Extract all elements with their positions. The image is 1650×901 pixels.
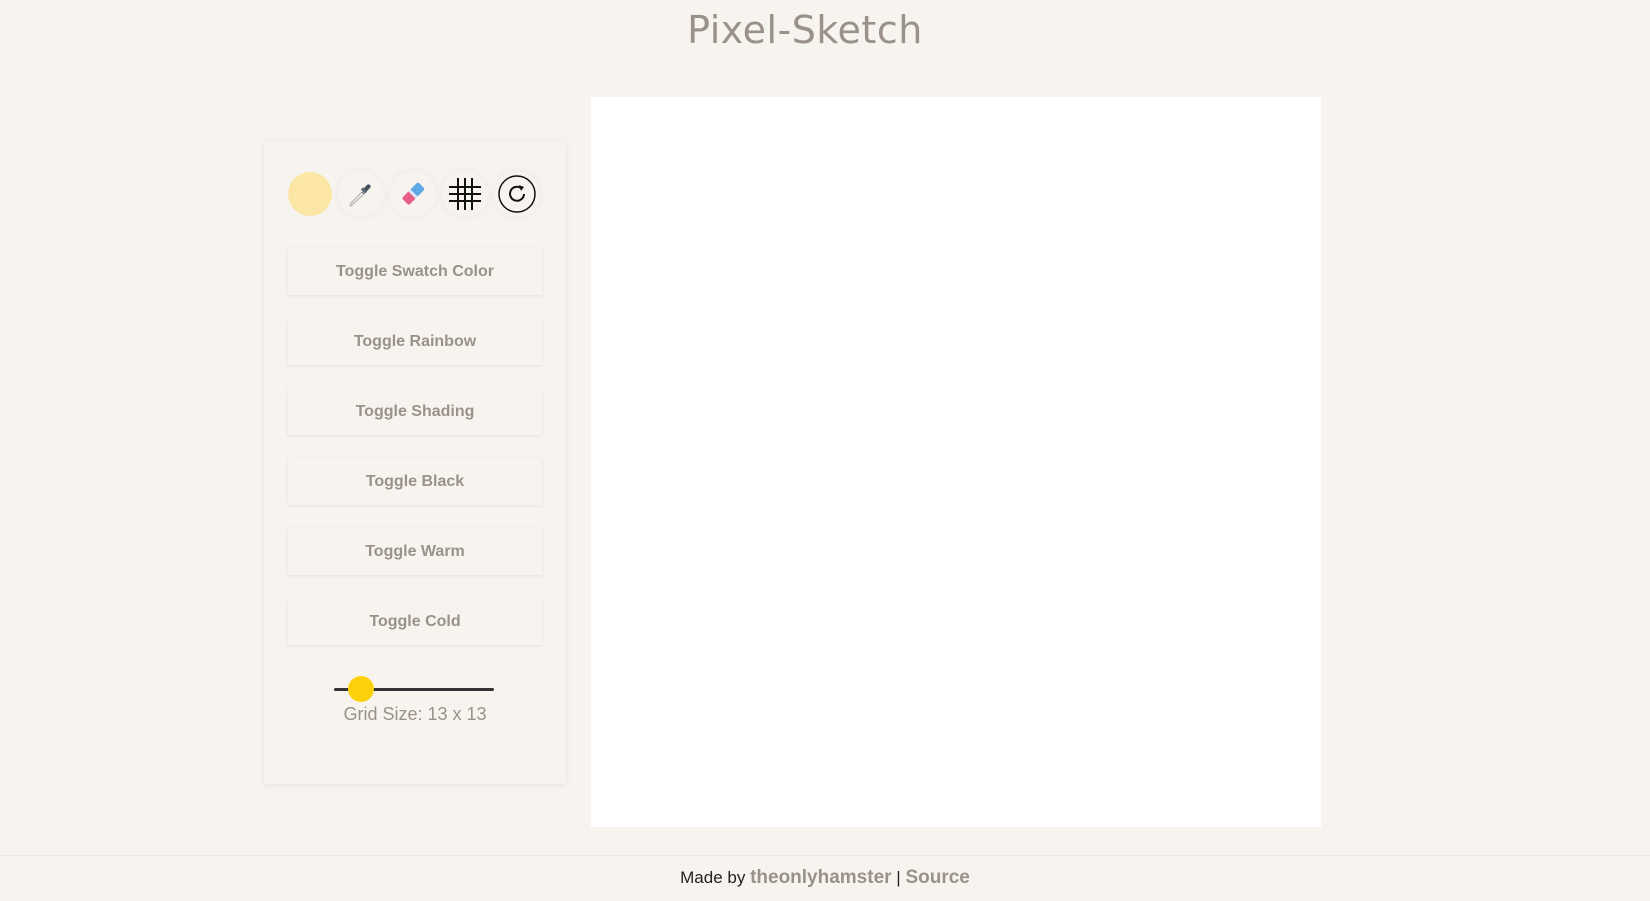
eyedropper-icon[interactable] — [338, 171, 384, 217]
grid-size-label: Grid Size: 13 x 13 — [343, 704, 487, 724]
toggle-warm-button[interactable]: Toggle Warm — [288, 528, 542, 575]
grid-size-slider[interactable] — [334, 676, 494, 702]
tool-row — [288, 171, 546, 217]
toggle-cold-button[interactable]: Toggle Cold — [288, 598, 542, 645]
eraser-icon[interactable] — [390, 171, 436, 217]
footer-separator: | — [896, 868, 901, 887]
toggle-shading-button[interactable]: Toggle Shading — [288, 388, 542, 435]
page-title: Pixel-Sketch — [687, 8, 923, 52]
reset-icon[interactable] — [494, 171, 540, 217]
drawing-canvas[interactable] — [591, 97, 1321, 827]
source-link[interactable]: Source — [905, 867, 969, 888]
tool-panel: Toggle Swatch Color Toggle Rainbow Toggl… — [264, 141, 566, 784]
toggle-black-button[interactable]: Toggle Black — [288, 458, 542, 505]
slider-thumb[interactable] — [348, 676, 375, 702]
footer-prefix: Made by — [680, 868, 746, 887]
toggle-swatch-color-button[interactable]: Toggle Swatch Color — [288, 248, 542, 295]
color-swatch[interactable] — [288, 172, 332, 216]
toggle-rainbow-button[interactable]: Toggle Rainbow — [288, 318, 542, 365]
grid-icon[interactable] — [442, 171, 488, 217]
footer: Made by theonlyhamster | Source — [0, 855, 1650, 901]
author-link[interactable]: theonlyhamster — [750, 867, 891, 888]
